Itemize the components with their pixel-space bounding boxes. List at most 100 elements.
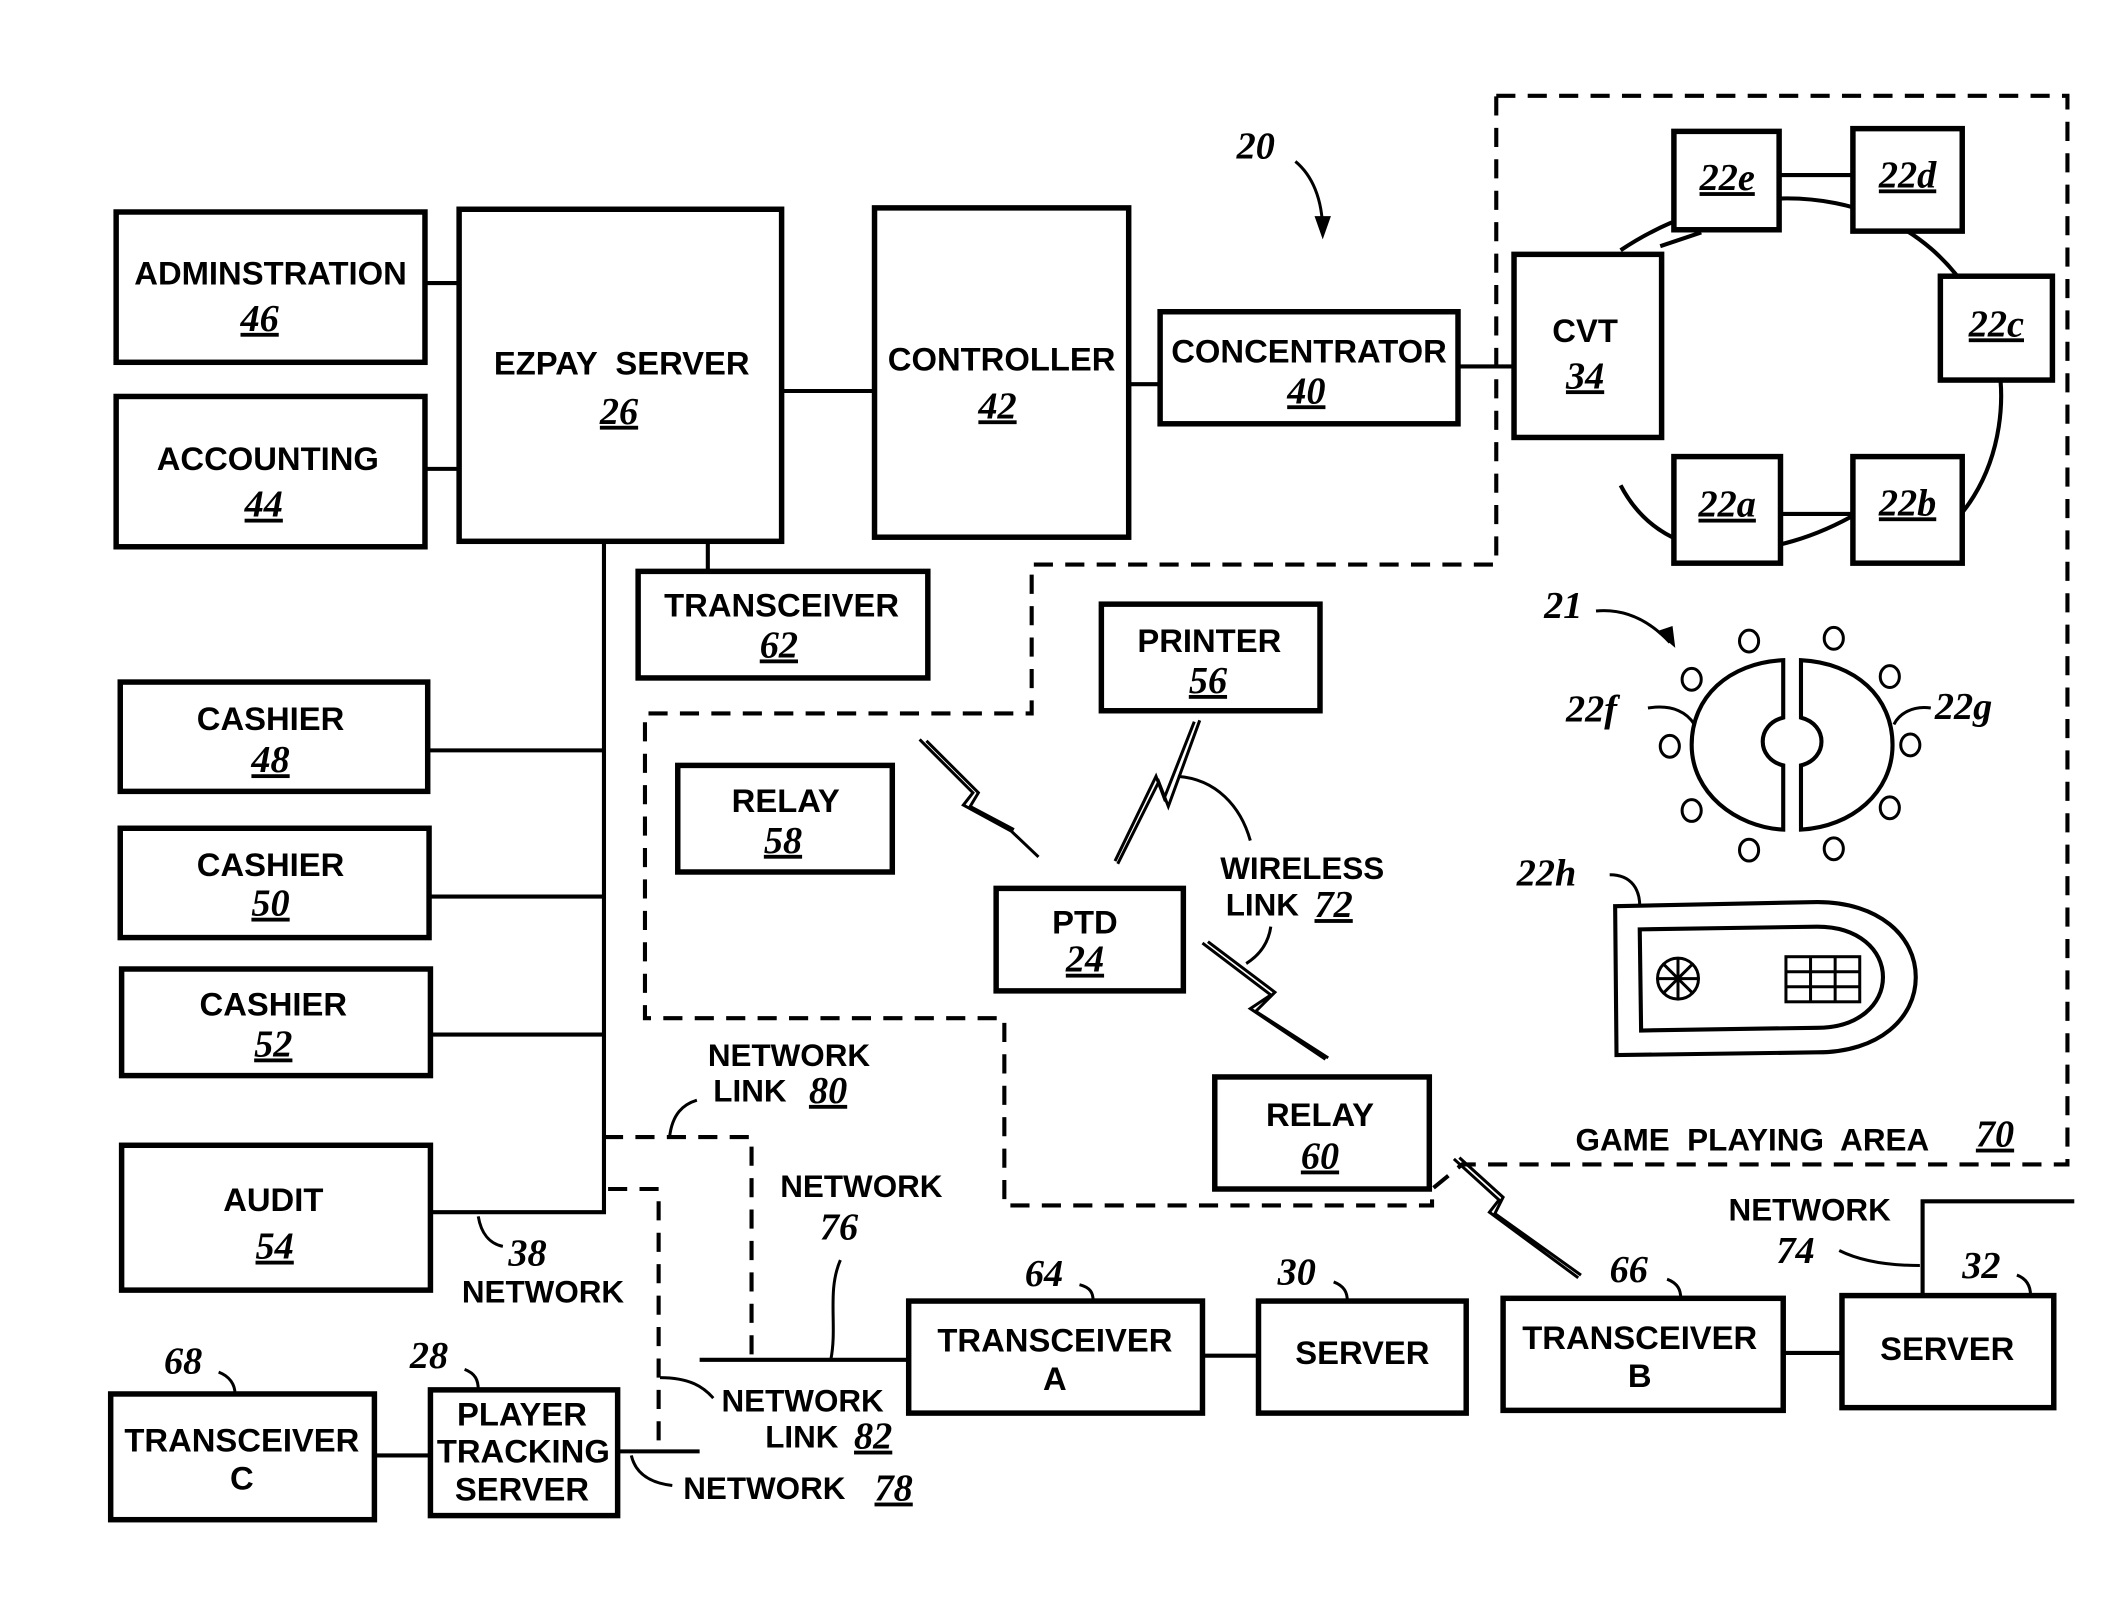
network-link-80-line1: NETWORK: [708, 1038, 871, 1073]
cvt-label: CVT: [1552, 312, 1618, 349]
transceiver-62-label: TRANSCEIVER: [664, 586, 899, 623]
machine-22b-label: 22b: [1878, 482, 1936, 524]
network-link-82-line2: LINK: [765, 1419, 839, 1454]
cvt-ref: 34: [1565, 355, 1604, 397]
wireless-link-leader-bottom: [1245, 926, 1273, 965]
machine-22e-label: 22e: [1699, 157, 1755, 199]
transceiver-b-line1: TRANSCEIVER: [1522, 1319, 1757, 1356]
gaming-machine-22h[interactable]: [1613, 900, 1918, 1058]
gaming-machine-22e[interactable]: 22e: [1671, 128, 1782, 233]
server-30-leader: [1333, 1280, 1349, 1302]
machine-22h-label: 22h: [1516, 853, 1577, 895]
network-38-leader: [476, 1216, 504, 1248]
machine-22c-label: 22c: [1968, 303, 2024, 345]
network-link-80-ref: 80: [809, 1070, 847, 1112]
seat-icon: [1658, 733, 1681, 759]
cashier-50-block[interactable]: CASHIER 50: [117, 825, 432, 941]
ezpay-server-block[interactable]: EZPAY SERVER 26: [456, 206, 785, 545]
relay-58-block[interactable]: RELAY 58: [675, 762, 896, 875]
network-link-82-ref: 82: [854, 1416, 892, 1458]
table-ref-label: 21: [1543, 585, 1582, 627]
player-tracking-line1: PLAYER: [457, 1395, 587, 1432]
cashier-52-label: CASHIER: [200, 985, 348, 1022]
seat-icon: [1737, 628, 1761, 654]
gaming-machine-22d[interactable]: 22d: [1850, 125, 1965, 234]
network-74-ref: 74: [1776, 1230, 1814, 1272]
wireless-signal-relay58-ptd: [918, 738, 1040, 859]
roulette-wheel-icon: [1656, 956, 1701, 1001]
relay-60-label: RELAY: [1266, 1096, 1374, 1133]
game-playing-area-label: GAME PLAYING AREA: [1576, 1123, 1930, 1158]
ezpay-server-label: EZPAY SERVER: [494, 345, 750, 382]
cashier-48-ref: 48: [250, 739, 289, 781]
ptd-block[interactable]: PTD 24: [993, 885, 1187, 994]
concentrator-label: CONCENTRATOR: [1171, 332, 1447, 369]
wireless-signal-ptd-relay60: [1201, 940, 1330, 1061]
cashier-48-block[interactable]: CASHIER 48: [117, 679, 431, 795]
server-30-label: SERVER: [1295, 1334, 1429, 1371]
relay-60-ref: 60: [1301, 1136, 1339, 1178]
wireless-link-line2: LINK: [1226, 888, 1300, 923]
transceiver-b-ref: 66: [1610, 1249, 1649, 1291]
table-ref-arrowhead: [1656, 626, 1676, 648]
transceiver-a-block[interactable]: TRANSCEIVER A: [905, 1298, 1206, 1416]
concentrator-block[interactable]: CONCENTRATOR 40: [1157, 309, 1461, 427]
network-38-bus: [430, 541, 607, 1215]
seat-icon: [1878, 664, 1901, 690]
seat-icon: [1878, 795, 1901, 821]
wireless-signal-relay60-transceiverB: [1452, 1156, 1582, 1280]
system-diagram: 20 ADMINSTRATION 46 ACCOUNTING 44 EZPAY …: [107, 93, 2075, 1523]
gaming-machine-22b[interactable]: 22b: [1850, 453, 1965, 566]
network-38-ref: 38: [507, 1233, 546, 1275]
player-tracking-leader: [464, 1367, 480, 1390]
relay-60-block[interactable]: RELAY 60: [1212, 1074, 1433, 1192]
player-tracking-line3: SERVER: [455, 1471, 589, 1508]
administration-block[interactable]: ADMINSTRATION 46: [113, 209, 428, 366]
transceiver-62-block[interactable]: TRANSCEIVER 62: [635, 568, 931, 681]
machine-22f-leader: [1647, 705, 1696, 726]
server-30-block[interactable]: SERVER: [1255, 1298, 1469, 1416]
wireless-link-line1: WIRELESS: [1220, 851, 1384, 886]
audit-block[interactable]: AUDIT 54: [118, 1142, 434, 1293]
table-game-21[interactable]: [1658, 625, 1922, 863]
transceiver-a-line1: TRANSCEIVER: [937, 1322, 1172, 1359]
seat-icon: [1680, 798, 1703, 823]
player-tracking-ref: 28: [409, 1335, 448, 1377]
accounting-block[interactable]: ACCOUNTING 44: [113, 393, 428, 550]
cashier-52-block[interactable]: CASHIER 52: [118, 966, 434, 1079]
ezpay-server-ref: 26: [599, 391, 639, 433]
seat-icon: [1899, 732, 1922, 758]
administration-label: ADMINSTRATION: [134, 254, 407, 291]
network-74-leader: [1838, 1249, 1920, 1268]
printer-block[interactable]: PRINTER 56: [1098, 601, 1323, 714]
network-link-82-line1: NETWORK: [721, 1384, 884, 1419]
machine-22f-label: 22f: [1565, 689, 1620, 731]
network-74-label: NETWORK: [1729, 1192, 1892, 1227]
transceiver-c-ref: 68: [164, 1340, 202, 1382]
table-ref-arrow: [1595, 609, 1671, 644]
gaming-machine-22c[interactable]: 22c: [1937, 273, 2056, 383]
concentrator-ref: 40: [1286, 370, 1325, 412]
controller-block[interactable]: CONTROLLER 42: [871, 205, 1132, 540]
system-ref-arrowhead: [1314, 216, 1331, 240]
accounting-ref: 44: [244, 484, 283, 526]
player-tracking-server-block[interactable]: PLAYER TRACKING SERVER: [427, 1387, 621, 1519]
machine-22a-label: 22a: [1698, 484, 1756, 526]
ring-cvt-22e: [1659, 230, 1702, 249]
network-76-label: NETWORK: [780, 1169, 943, 1204]
gaming-machine-22a[interactable]: 22a: [1671, 453, 1784, 566]
network-link-80-leader: [668, 1098, 698, 1138]
game-playing-area-ref: 70: [1976, 1114, 2014, 1156]
server-32-block[interactable]: SERVER: [1839, 1292, 2057, 1411]
transceiver-b-block[interactable]: TRANSCEIVER B: [1500, 1295, 1786, 1414]
printer-label: PRINTER: [1137, 622, 1281, 659]
cashier-52-ref: 52: [254, 1023, 292, 1065]
cvt-block[interactable]: CVT 34: [1511, 251, 1665, 441]
network-link-82-leader: [659, 1376, 715, 1400]
transceiver-a-line2: A: [1043, 1360, 1067, 1397]
wireless-link-leader-top: [1177, 774, 1252, 841]
network-link-80-line2: LINK: [713, 1074, 787, 1109]
network-78-label: NETWORK: [683, 1471, 846, 1506]
ptd-ref: 24: [1065, 939, 1104, 981]
transceiver-c-block[interactable]: TRANSCEIVER C: [107, 1391, 378, 1523]
